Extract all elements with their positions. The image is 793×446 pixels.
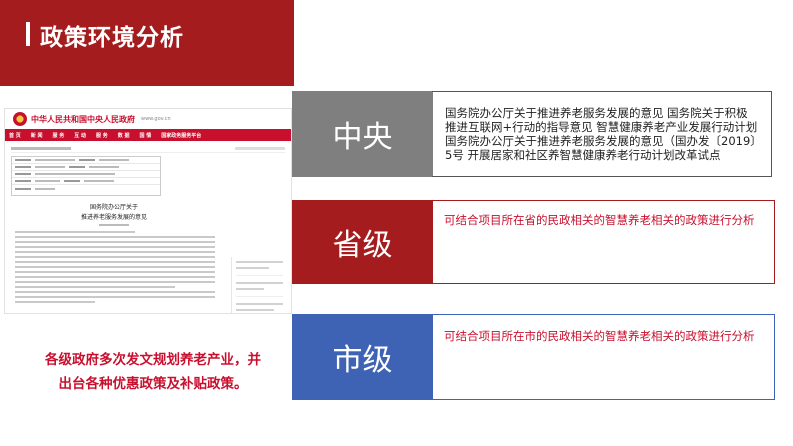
central-policy-box: 国务院办公厅关于推进养老服务发展的意见 国务院关于积极 推进互联网+行动的指导意… (432, 91, 772, 177)
central-policy-line: 国务院办公厅关于推进养老服务发展的意见 国务院关于积极 (445, 106, 748, 120)
doc-date-line (99, 224, 129, 226)
doc-nav-item: 首 页 (9, 132, 21, 139)
doc-site-title: 中华人民共和国中央人民政府 (31, 114, 135, 124)
doc-nav-item: 国家政务服务平台 (161, 132, 202, 139)
doc-nav-item: 服 务 (96, 132, 108, 139)
doc-title-line1: 国务院办公厅关于 (89, 204, 138, 211)
doc-nav-item: 数 据 (117, 132, 130, 139)
doc-header: 中华人民共和国中央人民政府 www.gov.cn (5, 109, 291, 129)
city-policy-box: 可结合项目所在市的民政相关的智慧养老相关的政策进行分析 (432, 314, 775, 400)
level-central-tab: 中央 (292, 91, 433, 177)
policy-summary: 各级政府多次发文规划养老产业，并 出台各种优惠政策及补贴政策。 (28, 348, 278, 396)
doc-title-line2: 推进养老服务发展的意见 (80, 214, 147, 221)
level-city-tab: 市级 (292, 314, 433, 400)
doc-breadcrumb (11, 144, 285, 153)
title-accent-bar (26, 22, 30, 46)
policy-document-screenshot: 中华人民共和国中央人民政府 www.gov.cn 首 页 新 闻 服 务 互 动… (4, 108, 292, 314)
doc-nav-bar: 首 页 新 闻 服 务 互 动 服 务 数 据 国 情 国家政务服务平台 (5, 129, 291, 141)
doc-site-url: www.gov.cn (141, 116, 171, 122)
doc-related-sidebar (231, 257, 287, 313)
central-policy-line: 5号 开展居家和社区养智慧健康养老行动计划改革试点 (445, 148, 721, 162)
doc-nav-item: 国 情 (139, 132, 152, 139)
doc-nav-item: 新 闻 (30, 132, 43, 139)
level-province-tab: 省级 (292, 200, 433, 284)
summary-line-2: 出台各种优惠政策及补贴政策。 (58, 376, 248, 392)
central-policy-line: 推进互联网+行动的指导意见 智慧健康养老产业发展行动计划 (445, 120, 758, 134)
central-policy-line: 国务院办公厅关于推进养老服务发展的意见（国办发〔2019〕 (445, 134, 762, 148)
national-emblem-icon (13, 112, 27, 126)
doc-meta-table (11, 156, 161, 196)
doc-nav-item: 互 动 (74, 132, 86, 139)
doc-body-text (15, 231, 215, 303)
city-policy-text: 可结合项目所在市的民政相关的智慧养老相关的政策进行分析 (444, 329, 755, 343)
doc-nav-item: 服 务 (52, 132, 65, 139)
page-title: 政策环境分析 (40, 25, 184, 51)
summary-line-1: 各级政府多次发文规划养老产业，并 (45, 352, 261, 368)
province-policy-text: 可结合项目所在省的民政相关的智慧养老相关的政策进行分析 (444, 213, 755, 227)
province-policy-box: 可结合项目所在省的民政相关的智慧养老相关的政策进行分析 (432, 200, 775, 284)
